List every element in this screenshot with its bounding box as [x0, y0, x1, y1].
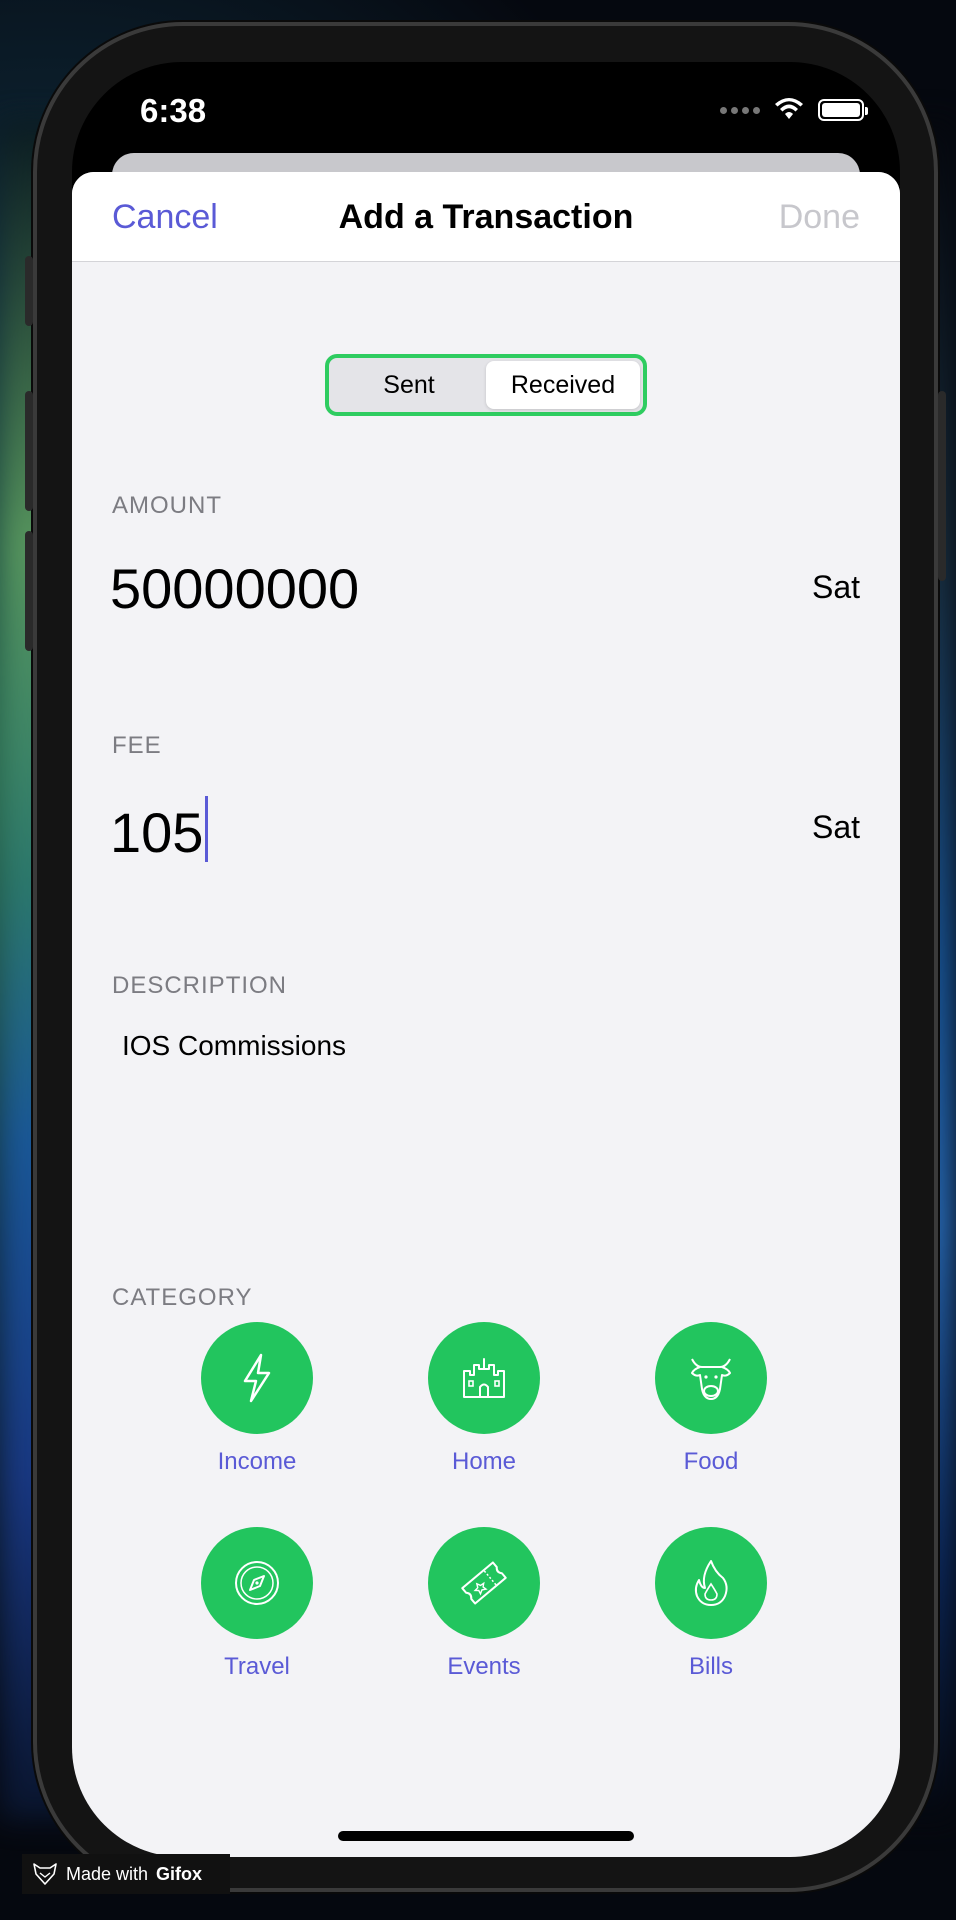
home-indicator[interactable] [338, 1831, 634, 1841]
segment-received[interactable]: Received [486, 361, 640, 409]
add-transaction-sheet: Cancel Add a Transaction Done Sent Recei… [72, 172, 900, 1857]
category-bills-label: Bills [688, 1653, 733, 1680]
wifi-icon [775, 98, 803, 119]
segment-sent[interactable]: Sent [332, 361, 486, 409]
text-cursor [205, 796, 209, 862]
power-button [938, 391, 946, 581]
flame-icon [694, 1560, 728, 1606]
done-button[interactable]: Done [779, 198, 860, 237]
navigation-bar: Cancel Add a Transaction Done [72, 172, 900, 262]
category-home-circle [428, 1322, 540, 1434]
description-input[interactable]: IOS Commissions [122, 1030, 346, 1062]
cow-icon [691, 1358, 731, 1400]
fee-unit: Sat [811, 809, 860, 845]
category-events-circle [428, 1527, 540, 1639]
category-bills[interactable]: Bills [611, 1527, 811, 1681]
lightning-icon [243, 1353, 271, 1403]
category-events[interactable]: Events [384, 1527, 584, 1681]
category-food[interactable]: Food [611, 1322, 811, 1476]
category-food-circle [655, 1322, 767, 1434]
mute-switch [25, 256, 33, 326]
category-income-circle [201, 1322, 313, 1434]
volume-down-button [25, 531, 33, 651]
watermark-brand: Gifox [156, 1863, 203, 1884]
ticket-icon [461, 1561, 507, 1605]
fee-input[interactable]: 105 [110, 796, 209, 865]
category-home-label: Home [451, 1448, 517, 1475]
phone-frame: 6:38 Cancel Add a Transaction Done Sent … [25, 22, 946, 1892]
transaction-type-segmented-control[interactable]: Sent Received [325, 354, 647, 416]
fee-label: FEE [112, 732, 162, 759]
gifox-watermark: Made with Gifox [22, 1854, 230, 1894]
category-label: CATEGORY [112, 1284, 253, 1311]
amount-label: AMOUNT [112, 492, 222, 519]
fee-value: 105 [110, 801, 204, 864]
category-bills-circle [655, 1527, 767, 1639]
category-events-label: Events [447, 1653, 521, 1680]
category-travel-label: Travel [224, 1653, 290, 1680]
castle-icon [463, 1358, 505, 1398]
category-home[interactable]: Home [384, 1322, 584, 1476]
status-time: 6:38 [140, 92, 207, 129]
category-income[interactable]: Income [157, 1322, 357, 1476]
battery-icon [818, 99, 868, 121]
compass-icon [235, 1561, 279, 1605]
category-food-label: Food [683, 1448, 739, 1475]
amount-input[interactable]: 50000000 [110, 556, 359, 621]
category-travel[interactable]: Travel [157, 1527, 357, 1681]
amount-unit: Sat [811, 569, 860, 605]
status-icons [720, 98, 868, 122]
category-income-label: Income [217, 1448, 297, 1475]
watermark-prefix: Made with [66, 1863, 149, 1884]
page-title: Add a Transaction [338, 198, 634, 236]
category-travel-circle [201, 1527, 313, 1639]
gifox-logo-icon [33, 1863, 57, 1885]
signal-icon [720, 106, 760, 114]
notch [256, 62, 716, 130]
phone-screen: 6:38 Cancel Add a Transaction Done Sent … [72, 62, 900, 1857]
description-label: DESCRIPTION [112, 972, 288, 999]
volume-up-button [25, 391, 33, 511]
